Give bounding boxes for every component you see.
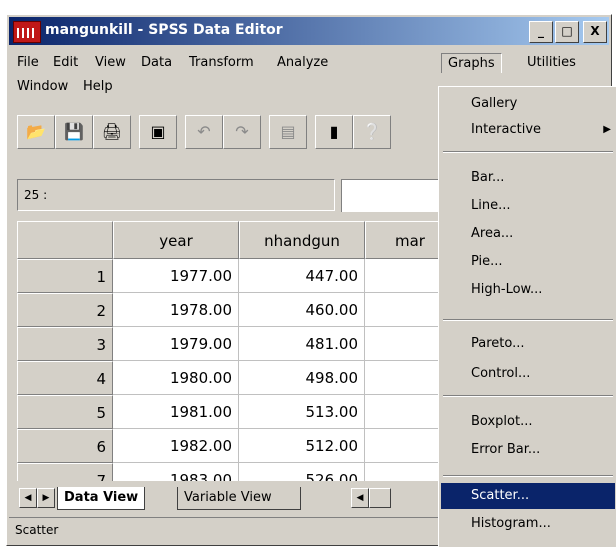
cell-year[interactable]: 1981.00 xyxy=(113,395,239,429)
cell-mar[interactable] xyxy=(365,463,445,481)
cell-year[interactable]: 1982.00 xyxy=(113,429,239,463)
menu-item-interactive-label: Interactive xyxy=(471,122,542,137)
sheet-tab-strip: ◀ ▶ Data View Variable View ◀ xyxy=(17,485,445,511)
data-grid: year nhandgun mar 1 1977.00 447.00 2 197… xyxy=(17,221,445,481)
minimize-button[interactable]: _ xyxy=(529,21,553,43)
menu-graphs[interactable]: Graphs xyxy=(441,53,502,73)
menu-separator xyxy=(443,151,613,153)
tab-variable-view[interactable]: Variable View xyxy=(177,487,301,510)
column-header-year[interactable]: year xyxy=(113,221,239,259)
menu-utilities[interactable]: Utilities xyxy=(521,53,582,72)
cell-nhandgun[interactable]: 447.00 xyxy=(239,259,365,293)
menu-item-gallery[interactable]: Gallery xyxy=(441,91,615,117)
open-file-icon[interactable]: 📂 xyxy=(17,115,55,149)
cell-reference: 25 : xyxy=(17,179,335,211)
horizontal-scroll-thumb[interactable] xyxy=(369,488,391,508)
cell-nhandgun[interactable]: 526.00 xyxy=(239,463,365,481)
cell-mar[interactable] xyxy=(365,395,445,429)
cell-nhandgun[interactable]: 481.00 xyxy=(239,327,365,361)
menu-item-error-bar[interactable]: Error Bar... xyxy=(441,437,615,463)
menu-help[interactable]: Help xyxy=(77,77,119,96)
cell-mar[interactable] xyxy=(365,293,445,327)
menu-item-control[interactable]: Control... xyxy=(441,361,615,387)
print-icon[interactable]: 🖨 xyxy=(93,115,131,149)
menu-separator xyxy=(443,475,613,477)
menu-item-bar[interactable]: Bar... xyxy=(441,165,615,191)
menu-item-histogram[interactable]: Histogram... xyxy=(441,511,615,537)
tab-scroll-right-icon[interactable]: ▶ xyxy=(37,488,55,508)
goto-case-icon[interactable]: ▮ xyxy=(315,115,353,149)
row-header[interactable]: 4 xyxy=(17,361,113,395)
cell-year[interactable]: 1980.00 xyxy=(113,361,239,395)
menu-separator xyxy=(443,319,613,321)
menu-item-pie[interactable]: Pie... xyxy=(441,249,615,275)
menu-view[interactable]: View xyxy=(89,53,132,72)
menu-item-area[interactable]: Area... xyxy=(441,221,615,247)
cell-mar[interactable] xyxy=(365,327,445,361)
maximize-button[interactable]: □ xyxy=(555,21,579,43)
cell-year[interactable]: 1977.00 xyxy=(113,259,239,293)
cell-mar[interactable] xyxy=(365,259,445,293)
cell-nhandgun[interactable]: 498.00 xyxy=(239,361,365,395)
menu-item-high-low[interactable]: High-Low... xyxy=(441,277,615,303)
tab-scroll-left-icon[interactable]: ◀ xyxy=(19,488,37,508)
row-header[interactable]: 3 xyxy=(17,327,113,361)
toolbar: 📂 💾 🖨 ▣ ↶ ↷ ▤ ▮ ❔ xyxy=(9,109,439,157)
row-header[interactable]: 6 xyxy=(17,429,113,463)
title-bar[interactable]: mangunkill - SPSS Data Editor _ □ X xyxy=(9,17,609,45)
undo-icon[interactable]: ↶ xyxy=(185,115,223,149)
menu-file[interactable]: File xyxy=(11,53,45,72)
tab-data-view[interactable]: Data View xyxy=(57,487,146,510)
save-icon[interactable]: 💾 xyxy=(55,115,93,149)
menu-separator xyxy=(443,395,613,397)
graphs-menu-dropdown: Gallery Interactive ▶ Bar... Line... Area… xyxy=(438,86,616,547)
horizontal-scroll-left-icon[interactable]: ◀ xyxy=(351,488,369,508)
menu-analyze[interactable]: Analyze xyxy=(271,53,334,72)
cell-value-input[interactable] xyxy=(341,179,446,212)
submenu-arrow-icon: ▶ xyxy=(603,124,611,135)
close-button[interactable]: X xyxy=(583,21,607,43)
window-title: mangunkill - SPSS Data Editor xyxy=(45,22,283,38)
cell-year[interactable]: 1983.00 xyxy=(113,463,239,481)
menu-item-interactive[interactable]: Interactive ▶ xyxy=(441,117,615,143)
row-header[interactable]: 7 xyxy=(17,463,113,481)
cell-year[interactable]: 1978.00 xyxy=(113,293,239,327)
menu-item-boxplot[interactable]: Boxplot... xyxy=(441,409,615,435)
row-header[interactable]: 5 xyxy=(17,395,113,429)
menu-edit[interactable]: Edit xyxy=(47,53,84,72)
variables-icon[interactable]: ❔ xyxy=(353,115,391,149)
menu-data[interactable]: Data xyxy=(135,53,178,72)
menu-transform[interactable]: Transform xyxy=(183,53,260,72)
cell-nhandgun[interactable]: 512.00 xyxy=(239,429,365,463)
column-header-nhandgun[interactable]: nhandgun xyxy=(239,221,365,259)
menu-item-line[interactable]: Line... xyxy=(441,193,615,219)
cell-mar[interactable] xyxy=(365,361,445,395)
spss-app-icon xyxy=(13,21,41,43)
row-header[interactable]: 2 xyxy=(17,293,113,327)
column-header-mar[interactable]: mar xyxy=(365,221,445,259)
cell-year[interactable]: 1979.00 xyxy=(113,327,239,361)
goto-chart-icon[interactable]: ▤ xyxy=(269,115,307,149)
cell-mar[interactable] xyxy=(365,429,445,463)
dialog-recall-icon[interactable]: ▣ xyxy=(139,115,177,149)
corner-header[interactable] xyxy=(17,221,113,259)
redo-icon[interactable]: ↷ xyxy=(223,115,261,149)
cell-nhandgun[interactable]: 513.00 xyxy=(239,395,365,429)
cell-nhandgun[interactable]: 460.00 xyxy=(239,293,365,327)
menu-item-scatter[interactable]: Scatter... xyxy=(441,483,615,509)
menu-window[interactable]: Window xyxy=(11,77,74,96)
row-header[interactable]: 1 xyxy=(17,259,113,293)
menu-item-pareto[interactable]: Pareto... xyxy=(441,331,615,357)
